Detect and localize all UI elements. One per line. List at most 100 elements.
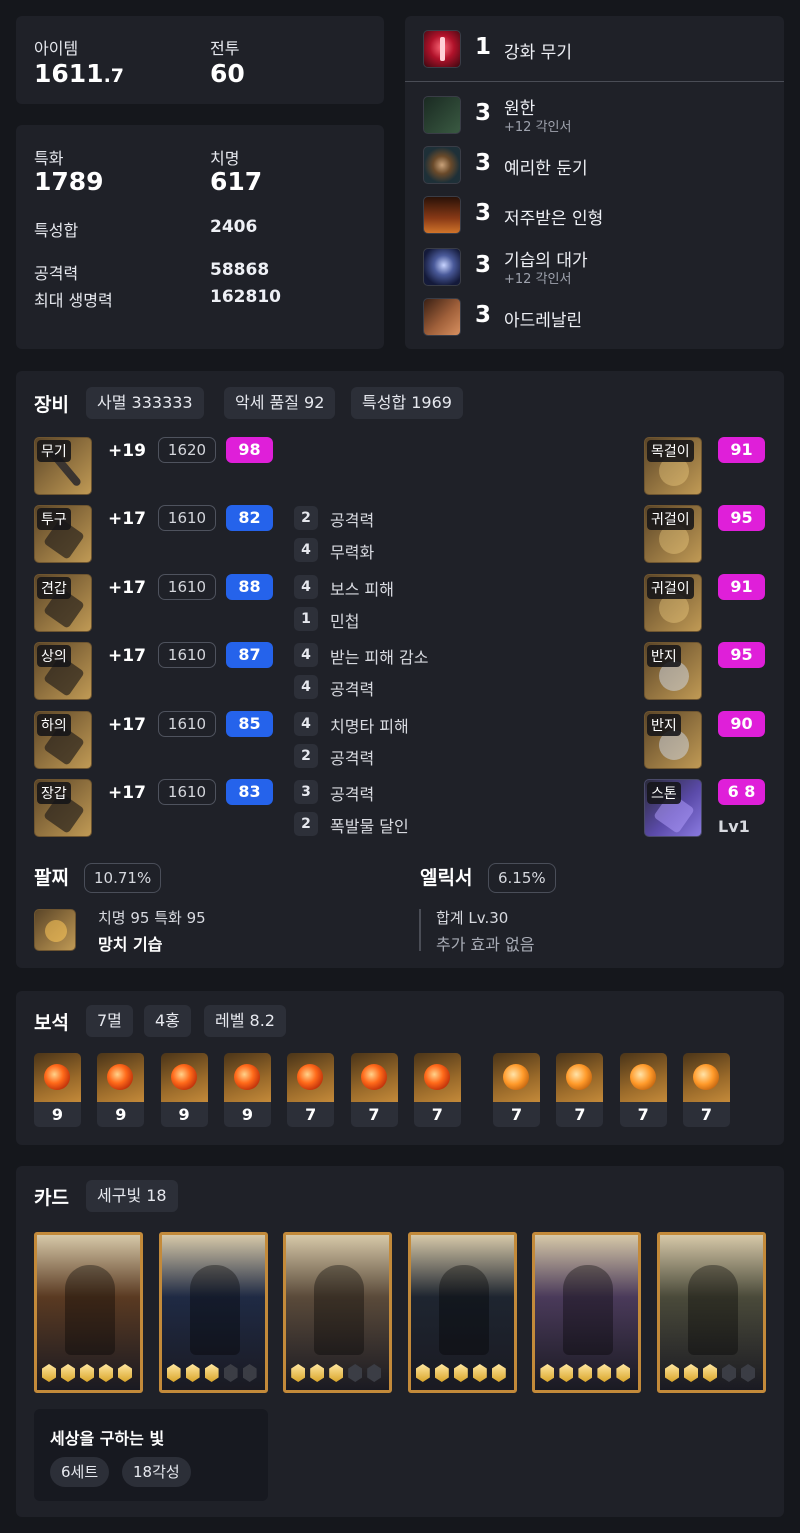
- gem-slot[interactable]: 7: [350, 1053, 398, 1127]
- elixir-title: 엘릭서: [420, 867, 473, 889]
- accessory-necklace[interactable]: 목걸이 91: [644, 437, 768, 497]
- gem-row: 9 9 9 9 7 7 7 7 7 7 7: [16, 1053, 784, 1129]
- tripod-name: 치명타 피해: [330, 717, 409, 736]
- gem-slot[interactable]: 7: [619, 1053, 667, 1127]
- gear-row-helmet[interactable]: 투구 +17 1610 82 2 공격력 4 무력화: [34, 505, 454, 567]
- combat-level-value: 60: [210, 59, 245, 88]
- slot-label: 무기: [37, 440, 71, 462]
- tripod-level: 4: [294, 538, 318, 562]
- gloves-icon: 장갑: [34, 779, 92, 837]
- engraving-item[interactable]: 3 저주받은 인형: [405, 192, 784, 238]
- gear-row-pants[interactable]: 하의 +17 1610 85 4 치명타 피해 2 공격력: [34, 711, 454, 773]
- elixir-total: 합계 Lv.30: [436, 909, 509, 927]
- item-level: 1610: [158, 505, 216, 531]
- earring-icon: 귀걸이: [644, 505, 702, 563]
- engraving-book: +12 각인서: [504, 272, 572, 287]
- gem-slot[interactable]: 7: [287, 1053, 335, 1127]
- gem-slot[interactable]: 7: [683, 1053, 730, 1127]
- elixir-percent: 6.15%: [488, 863, 556, 893]
- engravings-card: 1 강화 무기 3 원한 +12 각인서 3 예리한 둔기 3 저주받은 인형 …: [405, 16, 784, 349]
- engraving-top-level: 1: [475, 34, 492, 60]
- tripod-level: 4: [294, 675, 318, 699]
- gem-icon: [413, 1053, 461, 1102]
- legend-card[interactable]: [407, 1232, 517, 1393]
- engraving-item[interactable]: 3 기습의 대가 +12 각인서: [405, 244, 784, 290]
- slot-label: 장갑: [37, 782, 71, 804]
- engraving-level: 3: [475, 252, 492, 278]
- gem-icon: [683, 1053, 730, 1102]
- gem-icon: [556, 1053, 604, 1102]
- engraving-item[interactable]: 3 예리한 둔기: [405, 142, 784, 188]
- slot-label: 스톤: [647, 782, 681, 804]
- chest-icon: 상의: [34, 642, 92, 700]
- elixir-extra: 추가 효과 없음: [436, 935, 535, 954]
- gem-level: 9: [241, 1105, 253, 1124]
- cards-tag: 세구빛 18: [86, 1180, 178, 1212]
- engraving-name: 예리한 둔기: [504, 159, 588, 179]
- enhance-level: +17: [108, 578, 146, 598]
- accessory-ring-1[interactable]: 반지 95: [644, 642, 768, 702]
- tripod-name: 보스 피해: [330, 580, 394, 599]
- tripod-name: 공격력: [330, 511, 375, 530]
- engraving-top[interactable]: 1 강화 무기: [405, 16, 784, 82]
- gear-row-chest[interactable]: 상의 +17 1610 87 4 받는 피해 감소 4 공격력: [34, 642, 454, 704]
- bracelet-percent: 10.71%: [84, 863, 162, 893]
- tripod-name: 공격력: [330, 749, 375, 768]
- engraving-item[interactable]: 3 아드레날린: [405, 294, 784, 340]
- quality-badge: 91: [718, 574, 765, 600]
- accessory-stone[interactable]: 스톤 6 8 Lv1: [644, 779, 768, 841]
- gem-level: 7: [305, 1105, 317, 1124]
- tripod-name: 민첩: [330, 612, 360, 631]
- pants-icon: 하의: [34, 711, 92, 769]
- item-level-label: 아이템: [34, 39, 79, 58]
- legend-card[interactable]: [532, 1232, 642, 1393]
- gem-slot[interactable]: 9: [223, 1053, 271, 1127]
- engraving-name: 아드레날린: [504, 311, 583, 331]
- ambush-master-icon: [423, 248, 461, 286]
- slot-label: 반지: [647, 714, 681, 736]
- gem-slot[interactable]: 9: [34, 1053, 81, 1127]
- enhance-level: +17: [108, 715, 146, 735]
- gem-slot[interactable]: 9: [160, 1053, 208, 1127]
- gear-row-gloves[interactable]: 장갑 +17 1610 83 3 공격력 2 폭발물 달인: [34, 779, 454, 841]
- accessory-earring-1[interactable]: 귀걸이 95: [644, 505, 768, 565]
- crit-label: 치명: [210, 149, 240, 168]
- stats-card: 특화 1789 치명 617 특성합 2406 공격력 58868 최대 생명력…: [16, 125, 384, 349]
- card-set-panel[interactable]: 세상을 구하는 빛 6세트 18각성: [34, 1409, 268, 1501]
- attack-label: 공격력: [34, 264, 79, 283]
- shoulder-icon: 견갑: [34, 574, 92, 632]
- engraving-item[interactable]: 3 원한 +12 각인서: [405, 92, 784, 138]
- quality-badge: 87: [226, 642, 273, 668]
- quality-badge: 91: [718, 437, 765, 463]
- gem-slot[interactable]: 7: [413, 1053, 461, 1127]
- tripod-name: 폭발물 달인: [330, 817, 409, 836]
- legend-card[interactable]: [34, 1232, 143, 1393]
- gem-slot[interactable]: 7: [556, 1053, 604, 1127]
- engraving-top-name: 강화 무기: [504, 43, 572, 63]
- gem-icon: [619, 1053, 667, 1102]
- spec-value: 1789: [34, 167, 104, 196]
- ring-icon: 반지: [644, 642, 702, 700]
- engraving-book: +12 각인서: [504, 120, 572, 135]
- accessory-ring-2[interactable]: 반지 90: [644, 711, 768, 771]
- tripod-level: 4: [294, 712, 318, 736]
- helmet-icon: 투구: [34, 505, 92, 563]
- cursed-doll-icon: [423, 196, 461, 234]
- gem-slot[interactable]: 9: [97, 1053, 145, 1127]
- gear-row-shoulder[interactable]: 견갑 +17 1610 88 4 보스 피해 1 민첩: [34, 574, 454, 636]
- legend-card[interactable]: [158, 1232, 268, 1393]
- gem-icon: [223, 1053, 271, 1102]
- gem-icon: [34, 1053, 81, 1102]
- accessory-earring-2[interactable]: 귀걸이 91: [644, 574, 768, 634]
- attack-value: 58868: [210, 260, 270, 280]
- legend-card[interactable]: [657, 1232, 766, 1393]
- legend-card[interactable]: [283, 1232, 393, 1393]
- gem-icon: [350, 1053, 398, 1102]
- gems-tag-avg-level: 레벨 8.2: [204, 1005, 286, 1037]
- equipment-title: 장비: [34, 394, 69, 416]
- bracelet-item[interactable]: 치명 95 특화 95 망치 기습: [34, 905, 414, 954]
- gem-slot[interactable]: 7: [493, 1053, 541, 1127]
- grudge-icon: [423, 96, 461, 134]
- tripod-name: 무력화: [330, 543, 375, 562]
- gear-row-weapon[interactable]: 무기 +19 1620 98: [34, 437, 434, 497]
